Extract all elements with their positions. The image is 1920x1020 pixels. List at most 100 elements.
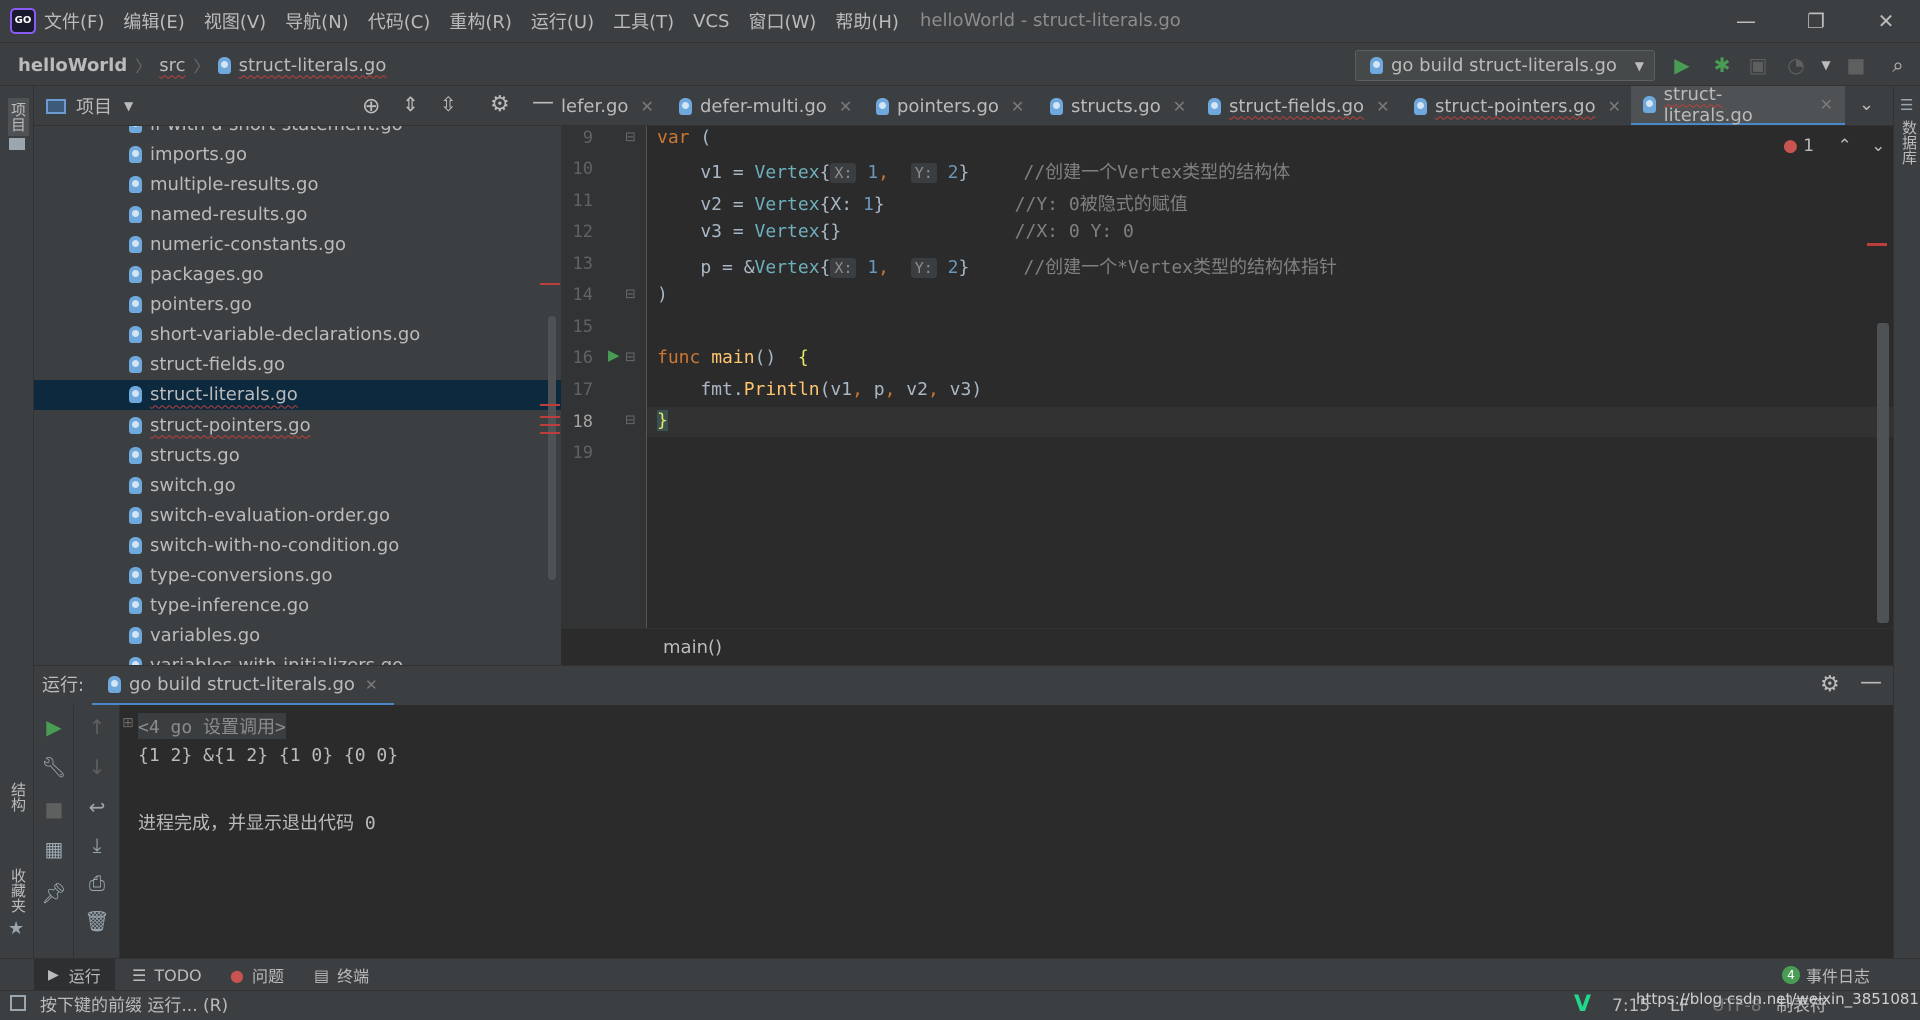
tab-defer[interactable]: lefer.go ✕ — [561, 86, 666, 125]
project-scrollbar[interactable] — [548, 316, 556, 580]
tree-item-file[interactable]: type-conversions.go — [34, 561, 561, 591]
menu-navigate[interactable]: 导航(N) — [285, 8, 349, 34]
rerun-icon[interactable]: ▶ — [34, 715, 74, 739]
tab-defer-multi[interactable]: defer-multi.go ✕ — [667, 86, 864, 125]
menu-vcs[interactable]: VCS — [693, 11, 729, 32]
coverage-icon[interactable]: ▣ — [1744, 51, 1772, 79]
console-line-folded[interactable]: <4 go 设置调用> — [138, 713, 286, 739]
tab-structs[interactable]: structs.go ✕ — [1038, 86, 1198, 125]
stripe-database-tab[interactable]: 数据库 — [1899, 120, 1920, 165]
next-error-icon[interactable]: ⌄ — [1871, 136, 1885, 156]
tree-item-file[interactable]: numeric-constants.go — [34, 229, 561, 259]
run-configuration-select[interactable]: go build struct-literals.go ▼ — [1355, 50, 1655, 81]
close-button[interactable]: ✕ — [1856, 0, 1916, 42]
tree-item-file[interactable]: switch.go — [34, 470, 561, 500]
hide-panel-icon[interactable]: — — [532, 90, 554, 115]
expand-all-icon[interactable]: ⇕ — [402, 92, 419, 116]
editor-scrollbar[interactable] — [1877, 323, 1889, 623]
run-gutter-icon[interactable]: ▶ — [608, 346, 620, 364]
close-icon[interactable]: ✕ — [1376, 97, 1389, 116]
tree-item-file[interactable]: short-variable-declarations.go — [34, 320, 561, 350]
breadcrumb-file[interactable]: struct-literals.go — [239, 55, 387, 76]
search-icon[interactable]: ⌕ — [1884, 51, 1912, 79]
tree-item-file[interactable]: named-results.go — [34, 199, 561, 229]
hide-panel-icon[interactable]: — — [1860, 670, 1882, 695]
scroll-to-end-icon[interactable]: ⤓ — [77, 833, 117, 857]
chevron-down-icon[interactable]: ▼ — [1812, 51, 1840, 79]
tree-item-file[interactable]: variables-with-initializers.go — [34, 651, 561, 666]
tree-item-file[interactable]: structs.go — [34, 440, 561, 470]
tree-item-file[interactable]: switch-with-no-condition.go — [34, 530, 561, 560]
tool-window-problems[interactable]: ● 问题 — [230, 959, 284, 991]
close-icon[interactable]: ✕ — [839, 97, 852, 116]
tree-item-file[interactable]: struct-fields.go — [34, 350, 561, 380]
gear-icon[interactable]: ⚙ — [1820, 672, 1840, 697]
expand-icon[interactable]: ⊞ — [122, 715, 134, 731]
tree-item-file[interactable]: struct-pointers.go — [34, 410, 561, 440]
tree-item-file[interactable]: if-with-a-short-statement.go — [34, 126, 561, 139]
tree-item-file[interactable]: struct-literals.go — [34, 379, 561, 410]
trash-icon[interactable]: 🗑︎ — [77, 909, 117, 933]
debug-icon[interactable]: ✱ — [1708, 51, 1736, 79]
menu-help[interactable]: 帮助(H) — [835, 8, 899, 34]
stop-icon[interactable]: ■ — [34, 797, 74, 821]
vim-icon[interactable]: V — [1574, 992, 1591, 1017]
run-console-output[interactable]: ⊞ <4 go 设置调用> {1 2} &{1 2} {1 0} {0 0} 进… — [120, 705, 1893, 958]
tree-item-file[interactable]: pointers.go — [34, 290, 561, 320]
close-icon[interactable]: ✕ — [1173, 97, 1186, 116]
tool-window-todo[interactable]: ☰ TODO — [132, 959, 202, 991]
breadcrumb-folder[interactable]: src — [159, 55, 185, 76]
menu-view[interactable]: 视图(V) — [204, 8, 266, 34]
tab-struct-pointers[interactable]: struct-pointers.go ✕ — [1402, 86, 1633, 125]
run-tab[interactable]: go build struct-literals.go ✕ — [92, 666, 394, 706]
pin-icon[interactable]: 📌︎ — [34, 881, 74, 905]
fold-icon[interactable]: ⊟ — [625, 350, 636, 365]
fold-icon[interactable]: ⊟ — [625, 287, 636, 302]
tool-window-run[interactable]: ▶ 运行 — [34, 959, 115, 991]
tree-item-file[interactable]: multiple-results.go — [34, 169, 561, 199]
run-icon[interactable]: ▶ — [1668, 51, 1696, 79]
breadcrumb-project[interactable]: helloWorld — [18, 55, 127, 76]
close-icon[interactable]: ✕ — [1011, 97, 1024, 116]
menu-edit[interactable]: 编辑(E) — [123, 8, 184, 34]
close-icon[interactable]: ✕ — [1608, 97, 1621, 116]
menu-run[interactable]: 运行(U) — [531, 8, 594, 34]
tool-window-event-log[interactable]: 4 事件日志 — [1782, 959, 1870, 991]
error-count-indicator[interactable]: ● 1 ⌃ ⌄ — [1783, 136, 1885, 156]
tree-item-file[interactable]: imports.go — [34, 139, 561, 169]
close-icon[interactable]: ✕ — [640, 97, 653, 116]
tab-struct-literals[interactable]: struct-literals.go ✕ — [1631, 86, 1845, 125]
project-view-selector[interactable]: 项目 ▼ — [46, 86, 133, 126]
tool-window-terminal[interactable]: ▤ 终端 — [314, 959, 369, 991]
collapse-all-icon[interactable]: ⇳ — [440, 92, 457, 116]
menu-file[interactable]: 文件(F) — [44, 8, 104, 34]
tree-item-file[interactable]: variables.go — [34, 621, 561, 651]
profile-icon[interactable]: ◔ — [1782, 51, 1810, 79]
stripe-structure-tab[interactable]: 结构 — [8, 782, 29, 812]
goland-logo-icon[interactable]: GO — [10, 8, 36, 34]
stripe-favorites-tab[interactable]: 收藏夹 — [8, 868, 29, 913]
tree-item-file[interactable]: switch-evaluation-order.go — [34, 500, 561, 530]
close-icon[interactable]: ✕ — [1820, 95, 1833, 114]
stop-icon[interactable]: ■ — [1842, 51, 1870, 79]
menu-window[interactable]: 窗口(W) — [748, 8, 816, 34]
locate-icon[interactable]: ⊕ — [362, 94, 380, 119]
stripe-project-tab[interactable]: 项目 — [8, 98, 29, 136]
gear-icon[interactable]: ⚙ — [490, 92, 510, 117]
soft-wrap-icon[interactable]: ↩ — [77, 795, 117, 819]
print-icon[interactable]: ⎙ — [77, 871, 117, 895]
up-arrow-icon[interactable]: ↑ — [77, 715, 117, 739]
close-icon[interactable]: ✕ — [365, 676, 378, 694]
fold-icon[interactable]: ⊟ — [625, 130, 636, 145]
tree-item-file[interactable]: type-inference.go — [34, 591, 561, 621]
tab-struct-fields[interactable]: struct-fields.go ✕ — [1196, 86, 1401, 125]
tab-list-chevron-icon[interactable]: ⌄ — [1859, 94, 1874, 115]
tree-item-file[interactable]: packages.go — [34, 260, 561, 290]
function-breadcrumb[interactable]: main() — [663, 637, 722, 658]
code-editor[interactable]: 9 10 11 12 13 14 15 16 17 18 19 ▶ ⊟ ⊟ ⊟ … — [561, 126, 1893, 628]
fold-icon[interactable]: ⊟ — [625, 413, 636, 428]
menu-refactor[interactable]: 重构(R) — [449, 8, 512, 34]
menu-tools[interactable]: 工具(T) — [613, 8, 674, 34]
tab-pointers[interactable]: pointers.go ✕ — [864, 86, 1036, 125]
restore-button[interactable]: ❐ — [1786, 0, 1846, 42]
